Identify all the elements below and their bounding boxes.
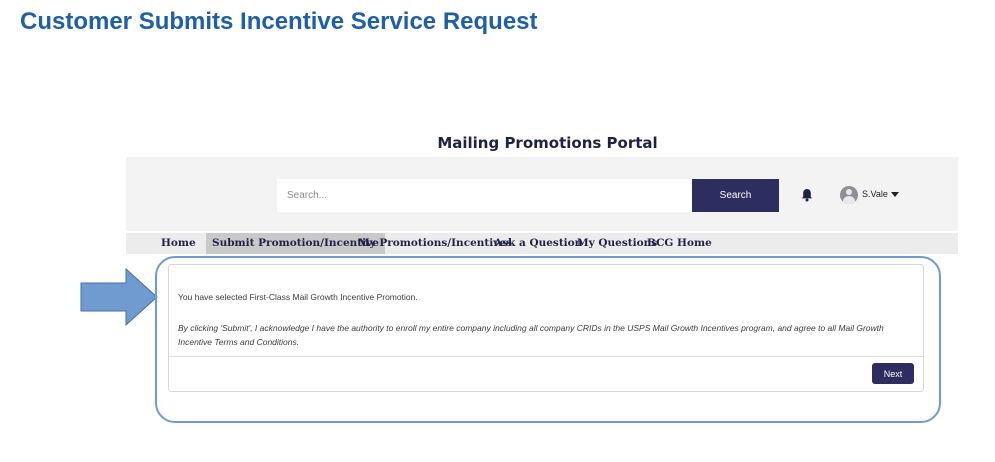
next-button[interactable]: Next (872, 363, 914, 384)
nav-item-bcg-home[interactable]: BCG Home (647, 233, 712, 254)
nav-item-ask-question[interactable]: Ask a Question (494, 233, 582, 254)
promotion-confirmation-card: You have selected First-Class Mail Growt… (168, 264, 924, 392)
caret-down-icon[interactable] (891, 192, 899, 197)
user-avatar-icon[interactable] (840, 186, 858, 204)
avatar-head (846, 189, 852, 195)
nav-item-my-questions[interactable]: My Questions (577, 233, 657, 254)
slide-title: Customer Submits Incentive Service Reque… (20, 8, 538, 35)
user-name[interactable]: S.Vale (862, 189, 888, 199)
terms-acknowledgement-text: By clicking 'Submit', I acknowledge I ha… (178, 323, 884, 347)
bell-icon[interactable] (801, 188, 813, 202)
card-divider (169, 356, 923, 357)
search-input[interactable] (277, 179, 693, 212)
search-button[interactable]: Search (692, 179, 779, 212)
right-arrow-icon (80, 268, 158, 326)
portal-title: Mailing Promotions Portal (437, 134, 658, 152)
selected-promotion-text: You have selected First-Class Mail Growt… (178, 292, 418, 302)
nav-item-home[interactable]: Home (161, 233, 196, 254)
portal-header: Search S.Vale (126, 157, 958, 231)
nav-item-my-promotions[interactable]: My Promotions/Incentives (358, 233, 512, 254)
avatar-body (843, 196, 855, 204)
main-nav: Home Submit Promotion/Incentive My Promo… (126, 233, 958, 254)
